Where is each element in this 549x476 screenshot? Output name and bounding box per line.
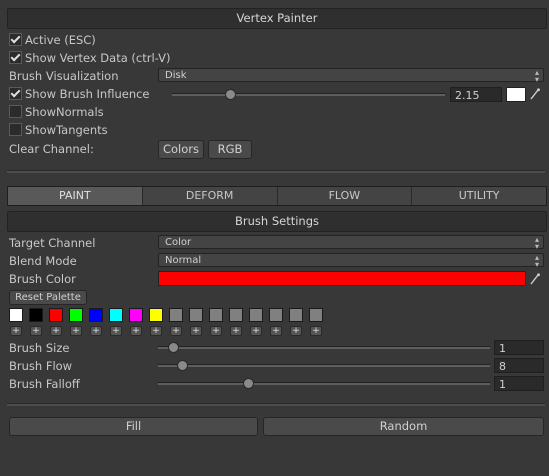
target-channel-dropdown[interactable]: Color ▴ ▾ [158,235,544,251]
blend-mode-dropdown[interactable]: Normal ▴ ▾ [158,253,544,269]
add-swatch-button[interactable]: + [270,326,282,336]
clear-rgb-button[interactable]: RGB [208,140,252,159]
add-swatch-button[interactable]: + [170,326,182,336]
brush-flow-label: Brush Flow [9,359,73,373]
brush-color-label: Brush Color [9,272,76,286]
panel-title: Vertex Painter [7,8,547,29]
brush-size-slider-track[interactable] [158,346,490,349]
brush-size-field[interactable]: 1 [494,340,544,355]
palette-swatch[interactable] [109,308,123,322]
influence-slider-track[interactable] [172,93,445,96]
palette-swatch[interactable] [289,308,303,322]
divider [7,170,545,173]
show-normals-label: ShowNormals [25,105,104,119]
show-normals-toggle[interactable]: ShowNormals [9,104,104,120]
add-swatch-button[interactable]: + [190,326,202,336]
checkbox-icon[interactable] [9,105,22,118]
brush-flow-slider-track[interactable] [158,364,490,367]
add-swatch-button[interactable]: + [70,326,82,336]
influence-color-field[interactable] [506,87,526,102]
palette-swatch[interactable] [149,308,163,322]
active-label: Active (ESC) [25,33,96,47]
palette-swatch[interactable] [69,308,83,322]
brush-falloff-field[interactable]: 1 [494,376,544,391]
color-palette: + + + + + + + + + + + + + + + + [9,308,329,340]
palette-swatch[interactable] [209,308,223,322]
add-swatch-button[interactable]: + [110,326,122,336]
palette-swatch[interactable] [189,308,203,322]
brush-flow-slider-handle[interactable] [177,360,188,371]
blend-mode-label: Blend Mode [9,254,77,268]
show-vertex-data-label: Show Vertex Data (ctrl-V) [25,51,171,65]
brush-falloff-slider-handle[interactable] [243,378,254,389]
brush-size-label: Brush Size [9,341,70,355]
brush-visualization-label: Brush Visualization [9,69,119,83]
reset-palette-button[interactable]: Reset Palette [9,290,87,305]
brush-falloff-slider-track[interactable] [158,382,490,385]
add-swatch-button[interactable]: + [230,326,242,336]
add-swatch-button[interactable]: + [50,326,62,336]
influence-slider-handle[interactable] [225,89,236,100]
brush-flow-field[interactable]: 8 [494,358,544,373]
target-channel-value: Color [165,237,192,248]
checkbox-icon[interactable] [9,87,22,100]
brush-settings-title: Brush Settings [7,211,547,232]
brush-size-slider-handle[interactable] [168,342,179,353]
add-swatch-button[interactable]: + [310,326,322,336]
show-vertex-data-toggle[interactable]: Show Vertex Data (ctrl-V) [9,50,171,66]
checkbox-icon[interactable] [9,51,22,64]
add-swatch-button[interactable]: + [290,326,302,336]
target-channel-label: Target Channel [9,236,96,250]
brush-color-field[interactable] [158,271,526,286]
add-swatch-button[interactable]: + [150,326,162,336]
influence-value-field[interactable]: 2.15 [450,87,502,102]
add-swatch-button[interactable]: + [90,326,102,336]
mode-tabs: PAINT DEFORM FLOW UTILITY [7,186,547,206]
brush-visualization-dropdown[interactable]: Disk ▴ ▾ [158,68,544,84]
tab-deform[interactable]: DEFORM [143,187,278,205]
palette-swatch[interactable] [249,308,263,322]
palette-swatch[interactable] [309,308,323,322]
fill-button[interactable]: Fill [9,417,258,436]
show-brush-influence-toggle[interactable]: Show Brush Influence [9,86,150,102]
show-tangents-toggle[interactable]: ShowTangents [9,122,108,138]
brush-visualization-value: Disk [165,70,187,81]
random-button[interactable]: Random [263,417,544,436]
clear-channel-label: Clear Channel: [9,142,94,156]
palette-swatch[interactable] [229,308,243,322]
palette-swatch[interactable] [89,308,103,322]
add-swatch-button[interactable]: + [250,326,262,336]
eyedropper-icon[interactable] [530,88,540,100]
add-swatch-button[interactable]: + [30,326,42,336]
palette-swatch[interactable] [269,308,283,322]
dropdown-arrows-icon: ▴ ▾ [534,68,539,84]
dropdown-arrows-icon: ▴ ▾ [534,253,539,269]
checkbox-icon[interactable] [9,33,22,46]
palette-swatch[interactable] [129,308,143,322]
palette-swatch[interactable] [169,308,183,322]
palette-swatch[interactable] [49,308,63,322]
tab-utility[interactable]: UTILITY [412,187,546,205]
palette-swatch[interactable] [29,308,43,322]
show-brush-influence-label: Show Brush Influence [25,87,150,101]
show-tangents-label: ShowTangents [25,123,108,137]
blend-mode-value: Normal [165,255,202,266]
clear-colors-button[interactable]: Colors [158,140,204,159]
tab-paint[interactable]: PAINT [8,187,143,205]
add-swatch-button[interactable]: + [130,326,142,336]
palette-swatch[interactable] [9,308,23,322]
eyedropper-icon[interactable] [530,273,540,285]
checkbox-icon[interactable] [9,123,22,136]
tab-flow[interactable]: FLOW [278,187,413,205]
divider [7,403,545,406]
dropdown-arrows-icon: ▴ ▾ [534,235,539,251]
brush-falloff-label: Brush Falloff [9,377,80,391]
add-swatch-button[interactable]: + [210,326,222,336]
active-toggle[interactable]: Active (ESC) [9,32,96,48]
add-swatch-button[interactable]: + [10,326,22,336]
